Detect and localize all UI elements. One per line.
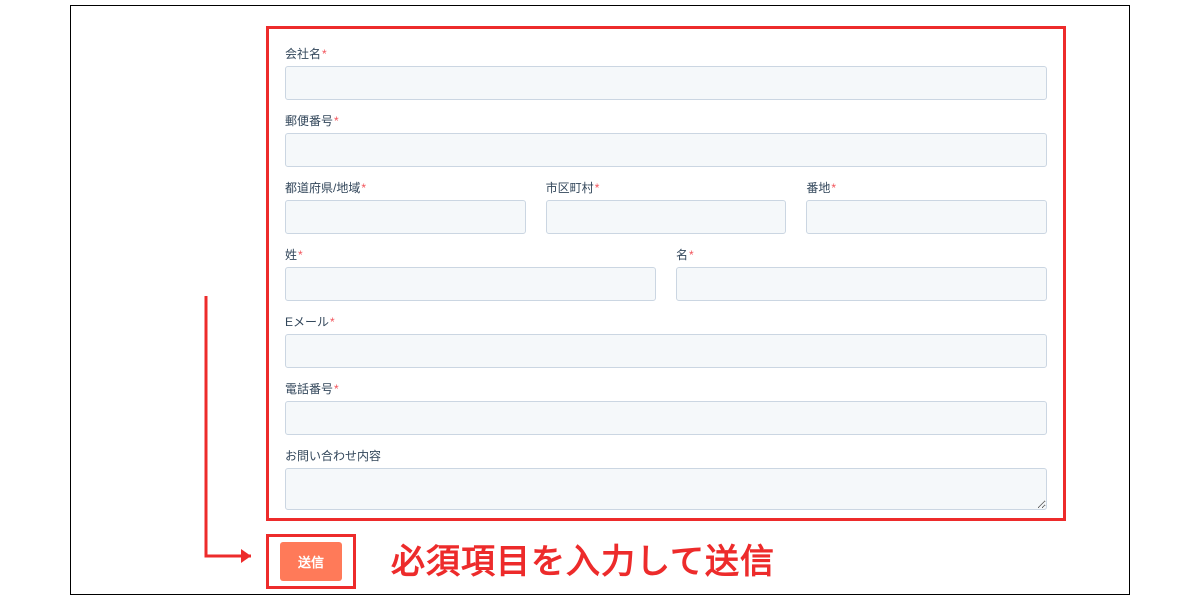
field-lastname: 姓* bbox=[285, 246, 656, 301]
screenshot-frame: 会社名* 郵便番号* 都道府県/地域* 市区町村* bbox=[70, 5, 1130, 595]
field-company: 会社名* bbox=[285, 45, 1047, 100]
company-input[interactable] bbox=[285, 66, 1047, 100]
prefecture-input[interactable] bbox=[285, 200, 526, 234]
field-street: 番地* bbox=[806, 179, 1047, 234]
field-firstname: 名* bbox=[676, 246, 1047, 301]
prefecture-label: 都道府県/地域* bbox=[285, 179, 526, 196]
field-city: 市区町村* bbox=[546, 179, 787, 234]
street-input[interactable] bbox=[806, 200, 1047, 234]
company-label: 会社名* bbox=[285, 45, 1047, 62]
field-postal: 郵便番号* bbox=[285, 112, 1047, 167]
lastname-label: 姓* bbox=[285, 246, 656, 263]
arrow-icon bbox=[201, 296, 261, 566]
field-inquiry: お問い合わせ内容 bbox=[285, 447, 1047, 515]
field-phone: 電話番号* bbox=[285, 380, 1047, 435]
inquiry-textarea[interactable] bbox=[285, 468, 1047, 510]
inquiry-label: お問い合わせ内容 bbox=[285, 447, 1047, 464]
postal-label: 郵便番号* bbox=[285, 112, 1047, 129]
submit-highlight-box: 送信 bbox=[266, 534, 356, 589]
phone-label: 電話番号* bbox=[285, 380, 1047, 397]
firstname-input[interactable] bbox=[676, 267, 1047, 301]
lastname-input[interactable] bbox=[285, 267, 656, 301]
postal-input[interactable] bbox=[285, 133, 1047, 167]
submit-button[interactable]: 送信 bbox=[280, 542, 342, 581]
email-label: Eメール* bbox=[285, 313, 1047, 330]
row-address: 都道府県/地域* 市区町村* 番地* bbox=[285, 179, 1047, 234]
instruction-text: 必須項目を入力して送信 bbox=[391, 534, 775, 583]
field-email: Eメール* bbox=[285, 313, 1047, 368]
row-name: 姓* 名* bbox=[285, 246, 1047, 301]
city-label: 市区町村* bbox=[546, 179, 787, 196]
street-label: 番地* bbox=[806, 179, 1047, 196]
city-input[interactable] bbox=[546, 200, 787, 234]
form-highlight-box: 会社名* 郵便番号* 都道府県/地域* 市区町村* bbox=[266, 26, 1066, 521]
phone-input[interactable] bbox=[285, 401, 1047, 435]
field-prefecture: 都道府県/地域* bbox=[285, 179, 526, 234]
firstname-label: 名* bbox=[676, 246, 1047, 263]
email-input[interactable] bbox=[285, 334, 1047, 368]
